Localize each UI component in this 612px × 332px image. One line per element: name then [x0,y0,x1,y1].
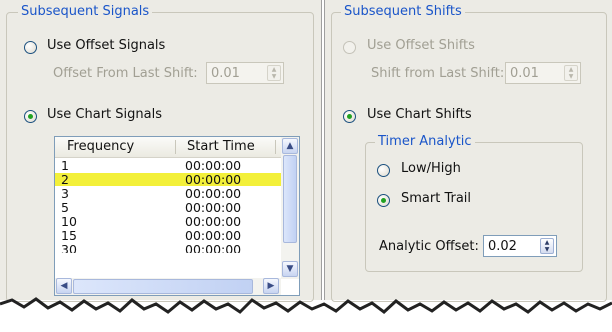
offset-from-last-shift-stepper[interactable]: 0.01 ▲ ▼ [206,62,284,84]
frequency-cell: 1 [61,158,69,173]
frequency-cell: 3 [61,186,69,201]
frequency-column-header[interactable]: Frequency [67,139,134,154]
frequency-cell: 15 [61,228,77,243]
shifts-panel: Subsequent Shifts Use Offset Shifts Shif… [324,0,612,302]
smart-trail-radio[interactable] [377,194,390,207]
use-offset-shifts-radio[interactable] [343,41,356,54]
use-chart-signals-radio[interactable] [24,110,37,123]
table-row-selected[interactable]: 2 00:00:00 [55,172,281,187]
table-row[interactable]: 3 00:00:00 [55,186,281,201]
use-offset-signals-label[interactable]: Use Offset Signals [47,38,165,53]
start-time-cell: 00:00:00 [185,200,242,215]
table-row[interactable]: 30 00:00:00 [55,243,281,253]
torn-edge-decoration [0,297,612,332]
frequency-cell: 2 [61,172,69,187]
start-time-cell: 00:00:00 [185,243,242,253]
table-row[interactable]: 10 00:00:00 [55,214,281,229]
subsequent-shifts-title: Subsequent Shifts [341,4,465,19]
analytic-offset-stepper[interactable]: 0.02 ▲ ▼ [483,235,557,257]
scroll-up-icon[interactable]: ▲ [282,138,298,154]
frequency-cell: 10 [61,214,77,229]
analytic-offset-label: Analytic Offset: [379,239,479,254]
low-high-label[interactable]: Low/High [401,161,461,176]
timer-analytic-title: Timer Analytic [375,134,475,149]
table-header: Frequency Start Time [55,137,281,158]
analytic-offset-value: 0.02 [488,239,517,254]
use-offset-signals-radio[interactable] [24,41,37,54]
table-row[interactable]: 15 00:00:00 [55,228,281,243]
use-chart-shifts-label[interactable]: Use Chart Shifts [367,107,472,122]
shift-from-last-shift-value: 0.01 [510,66,539,81]
subsequent-signals-title: Subsequent Signals [18,4,153,19]
stepper-arrows-icon[interactable]: ▲ ▼ [540,238,554,254]
offset-from-last-shift-value: 0.01 [211,66,240,81]
vertical-scrollbar[interactable]: ▲ ▼ [281,137,299,279]
column-divider[interactable] [175,140,176,154]
use-offset-shifts-label[interactable]: Use Offset Shifts [367,38,475,53]
stepper-arrows-icon[interactable]: ▲ ▼ [267,65,281,81]
start-time-cell: 00:00:00 [185,228,242,243]
low-high-radio[interactable] [377,164,390,177]
frequency-cell: 5 [61,200,69,215]
shift-from-last-shift-label: Shift from Last Shift: [371,66,505,81]
use-chart-shifts-radio[interactable] [343,110,356,123]
start-time-cell: 00:00:00 [185,186,242,201]
start-time-cell: 00:00:00 [185,214,242,229]
table-row[interactable]: 1 00:00:00 [55,158,281,173]
stepper-arrows-icon[interactable]: ▲ ▼ [564,65,578,81]
vertical-scroll-thumb[interactable] [283,155,297,243]
start-time-cell: 00:00:00 [185,158,242,173]
chart-signals-table[interactable]: Frequency Start Time 1 00:00:00 2 00:00:… [54,136,300,296]
scroll-down-icon[interactable]: ▼ [282,261,298,277]
table-row[interactable]: 5 00:00:00 [55,200,281,215]
start-time-cell: 00:00:00 [185,172,242,187]
frequency-cell: 30 [61,243,77,253]
column-divider[interactable] [275,140,276,154]
use-chart-signals-label[interactable]: Use Chart Signals [47,107,162,122]
smart-trail-label[interactable]: Smart Trail [401,191,471,206]
signals-panel: Subsequent Signals Use Offset Signals Of… [0,0,322,302]
shift-from-last-shift-stepper[interactable]: 0.01 ▲ ▼ [505,62,581,84]
start-time-column-header[interactable]: Start Time [187,139,255,154]
offset-from-last-shift-label: Offset From Last Shift: [53,66,198,81]
